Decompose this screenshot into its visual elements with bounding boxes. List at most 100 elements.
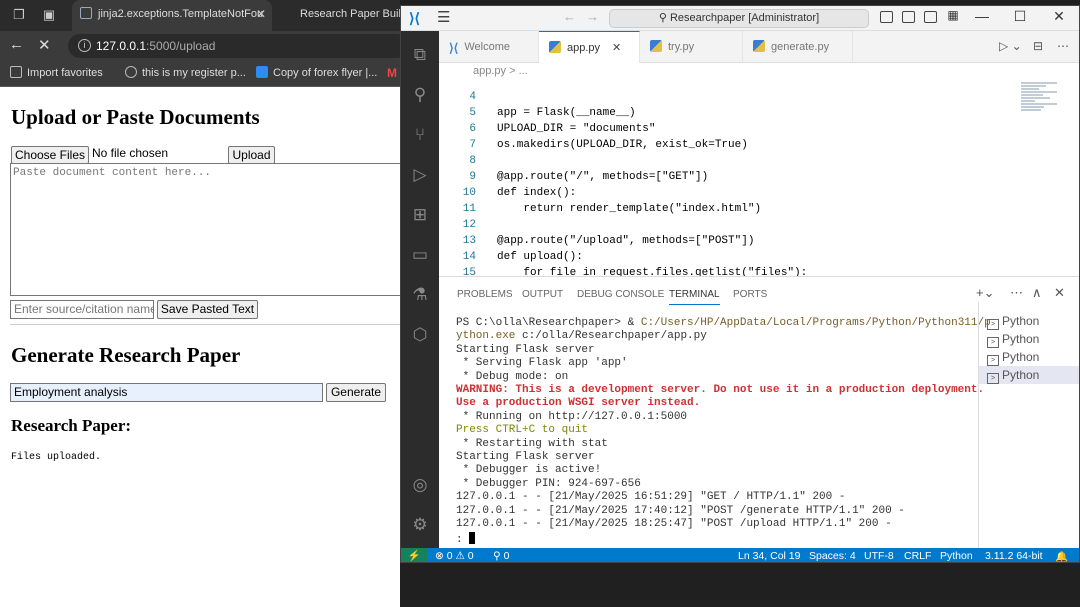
- language-mode[interactable]: Python: [940, 550, 973, 562]
- line-number: 10: [462, 187, 476, 199]
- forward-icon[interactable]: →: [586, 9, 599, 24]
- panel-more-icon[interactable]: ⋯: [1010, 285, 1023, 301]
- remote-explorer-icon[interactable]: ▭: [410, 245, 430, 265]
- code-line: for file in request.files.getlist("files…: [497, 267, 808, 276]
- reload-icon[interactable]: ✕: [38, 36, 51, 54]
- command-center[interactable]: ⚲ Researchpaper [Administrator]: [609, 9, 869, 28]
- containers-icon[interactable]: ⬡: [410, 325, 430, 345]
- bookmarks-bar: Import favorites this is my register p..…: [0, 61, 400, 87]
- code-line: os.makedirs(UPLOAD_DIR, exist_ok=True): [497, 139, 748, 151]
- terminal-item-selected[interactable]: > Python: [979, 366, 1079, 384]
- code-line: return render_template("index.html"): [497, 203, 762, 215]
- activity-bar: ⧉ ⚲ ⑂ ▷ ⊞ ▭ ⚗ ⬡ ◎ ⚙: [401, 31, 439, 548]
- maximize-panel-icon[interactable]: ∧: [1032, 285, 1042, 301]
- close-panel-icon[interactable]: ✕: [1054, 285, 1065, 301]
- close-tab-icon[interactable]: ✕: [612, 42, 621, 54]
- python-interpreter[interactable]: 3.11.2 64-bit: [985, 550, 1043, 562]
- vscode-titlebar: ⟩⟨ ☰ ← → ⚲ Researchpaper [Administrator]…: [401, 6, 1079, 31]
- bookmark-register[interactable]: this is my register p...: [125, 66, 246, 79]
- search-icon[interactable]: ⚲: [410, 85, 430, 105]
- document-icon: [256, 66, 268, 78]
- toggle-panel-icon[interactable]: [902, 11, 915, 23]
- panel-tab-terminal[interactable]: TERMINAL: [669, 289, 720, 305]
- indentation[interactable]: Spaces: 4: [809, 550, 856, 562]
- file-status: No file chosen: [92, 146, 169, 160]
- toggle-secondary-sidebar-icon[interactable]: [924, 11, 937, 23]
- tab-actions-icon[interactable]: ▣: [40, 6, 58, 24]
- remote-indicator-icon[interactable]: ⚡: [401, 548, 427, 562]
- new-terminal-icon[interactable]: +⌄: [976, 285, 994, 301]
- panel-tab-debug-console[interactable]: DEBUG CONSOLE: [577, 289, 664, 300]
- breadcrumb[interactable]: app.py > ...: [439, 63, 1079, 81]
- toggle-sidebar-icon[interactable]: [880, 11, 893, 23]
- tab-try-py[interactable]: try.py: [640, 31, 743, 63]
- terminal-item[interactable]: > Python: [979, 312, 1079, 330]
- encoding[interactable]: UTF-8: [864, 550, 894, 562]
- tab-welcome[interactable]: ⟩⟨ Welcome: [439, 31, 539, 63]
- workspaces-icon[interactable]: ❐: [10, 6, 28, 24]
- testing-icon[interactable]: ⚗: [410, 285, 430, 305]
- back-icon[interactable]: ←: [563, 9, 576, 24]
- site-info-icon[interactable]: i: [78, 39, 91, 52]
- vscode-logo-icon: ⟩⟨: [409, 10, 420, 26]
- terminal-icon: >: [987, 319, 999, 330]
- topic-input[interactable]: Employment analysis: [10, 383, 323, 402]
- browser-tab-error[interactable]: jinja2.exceptions.TemplateNotFou ✕: [72, 0, 272, 31]
- line-number: 14: [462, 251, 476, 263]
- cursor-position[interactable]: Ln 34, Col 19: [738, 550, 800, 562]
- terminal-item[interactable]: > Python: [979, 348, 1079, 366]
- maximize-icon[interactable]: ☐: [1010, 8, 1030, 25]
- browser-tab-research[interactable]: Research Paper Builder: [290, 0, 400, 31]
- ports-status[interactable]: ⚲ 0: [493, 550, 509, 562]
- bookmark-import-favorites[interactable]: Import favorites: [10, 66, 103, 79]
- line-number: 9: [469, 171, 476, 183]
- bottom-panel: PROBLEMS OUTPUT DEBUG CONSOLE TERMINAL P…: [439, 276, 1079, 549]
- bookmark-gmail[interactable]: M: [387, 66, 400, 79]
- code-editor[interactable]: 4 5 6 7 8 9 10 11 12 13 14 15 app = Flas…: [439, 81, 1079, 276]
- terminal-icon: >: [987, 337, 999, 348]
- code-line: def index():: [497, 187, 577, 199]
- close-window-icon[interactable]: ✕: [1049, 8, 1069, 25]
- panel-tab-ports[interactable]: PORTS: [733, 289, 767, 300]
- extensions-icon[interactable]: ⊞: [410, 205, 430, 225]
- code-line: app = Flask(__name__): [497, 107, 636, 119]
- vscode-tab-icon: ⟩⟨: [449, 41, 459, 55]
- accounts-icon[interactable]: ◎: [410, 475, 430, 495]
- upload-button[interactable]: Upload: [228, 146, 275, 164]
- gmail-icon: M: [387, 66, 397, 80]
- paste-textarea[interactable]: Paste document content here...: [10, 163, 400, 296]
- menu-icon[interactable]: ☰: [437, 8, 450, 26]
- minimap[interactable]: [1021, 81, 1057, 126]
- explorer-icon[interactable]: ⧉: [410, 45, 430, 65]
- notifications-bell-icon[interactable]: 🔔: [1055, 550, 1068, 562]
- line-number: 4: [469, 91, 476, 103]
- source-input[interactable]: Enter source/citation name: [10, 300, 154, 319]
- tab-generate-py[interactable]: generate.py: [743, 31, 853, 63]
- settings-gear-icon[interactable]: ⚙: [410, 515, 430, 535]
- bookmark-forex-flyer[interactable]: Copy of forex flyer |...: [256, 66, 377, 79]
- tab-app-py[interactable]: app.py ✕: [539, 31, 640, 63]
- run-debug-icon[interactable]: ▷: [410, 165, 430, 185]
- tab-close-icon[interactable]: ✕: [256, 0, 266, 28]
- customize-layout-icon[interactable]: ▦: [943, 8, 963, 22]
- more-actions-icon[interactable]: ⋯: [1057, 39, 1069, 53]
- source-control-icon[interactable]: ⑂: [410, 125, 430, 145]
- terminal-output[interactable]: PS C:\olla\Researchpaper> & C:/Users/HP/…: [456, 317, 991, 547]
- line-number: 11: [462, 203, 476, 215]
- python-file-icon: [753, 40, 765, 52]
- panel-tab-output[interactable]: OUTPUT: [522, 289, 563, 300]
- panel-tab-problems[interactable]: PROBLEMS: [457, 289, 513, 300]
- terminal-item[interactable]: > Python: [979, 330, 1079, 348]
- generate-button[interactable]: Generate: [326, 383, 386, 402]
- line-ending[interactable]: CRLF: [904, 550, 931, 562]
- back-arrow-icon[interactable]: ←: [9, 36, 24, 53]
- problems-status[interactable]: ⊗ 0 ⚠ 0: [435, 550, 474, 562]
- minimize-icon[interactable]: —: [972, 8, 992, 24]
- split-editor-icon[interactable]: ⊟: [1033, 39, 1043, 53]
- vscode-window: ⟩⟨ ☰ ← → ⚲ Researchpaper [Administrator]…: [400, 5, 1080, 563]
- address-bar[interactable]: i 127.0.0.1:5000/upload: [68, 34, 400, 58]
- terminal-cursor: [469, 531, 476, 544]
- save-pasted-button[interactable]: Save Pasted Text: [157, 300, 258, 319]
- choose-files-button[interactable]: Choose Files: [11, 146, 89, 164]
- run-python-icon[interactable]: ▷ ⌄: [999, 39, 1022, 53]
